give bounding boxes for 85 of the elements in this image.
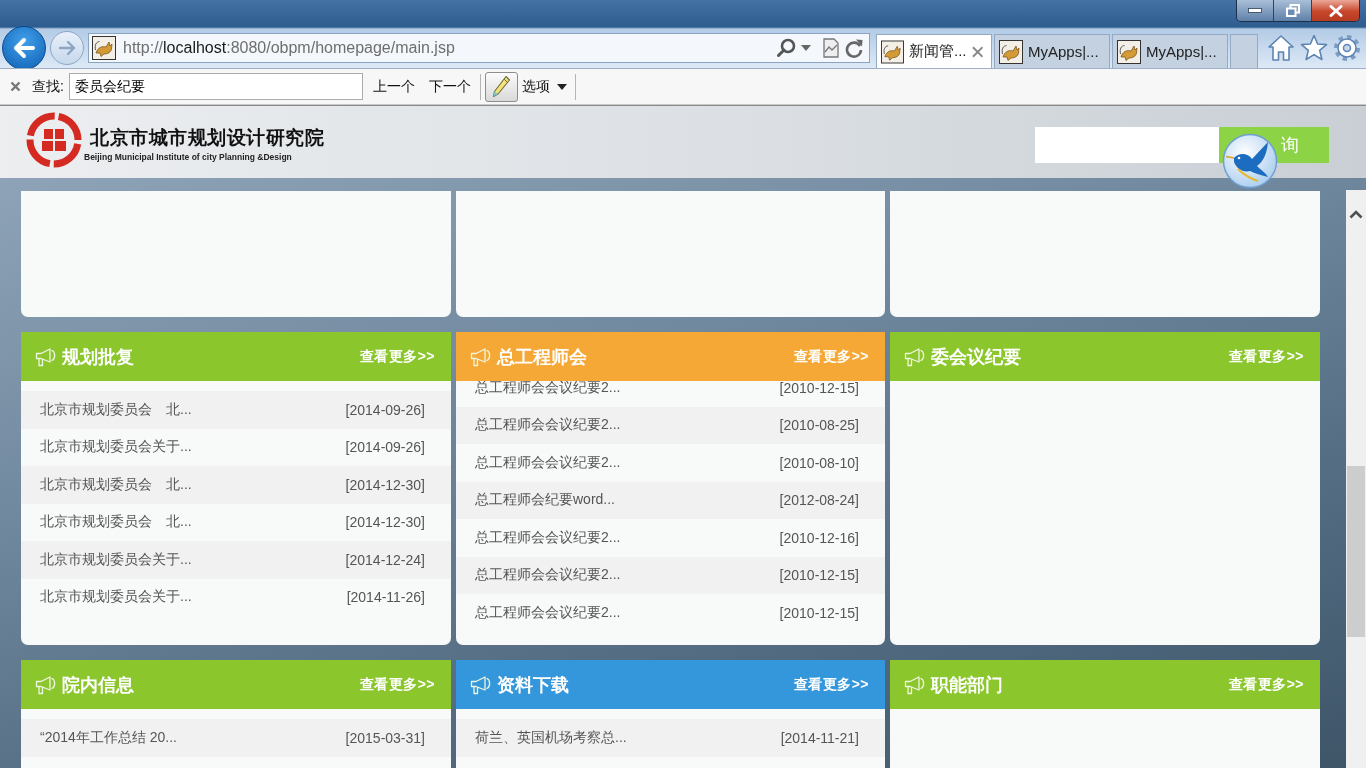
back-button[interactable] bbox=[2, 26, 46, 70]
close-icon bbox=[1328, 4, 1343, 17]
news-title-link[interactable]: 总工程师会会议纪要2... bbox=[475, 566, 621, 585]
cat-icon bbox=[881, 39, 904, 64]
date-text: [2010-12-15] bbox=[779, 604, 859, 621]
news-title-link[interactable]: 总工程师会纪要word... bbox=[475, 491, 615, 510]
find-label: 查找: bbox=[32, 77, 64, 96]
refresh-icon[interactable] bbox=[844, 38, 864, 58]
date-text: [2010-12-16] bbox=[779, 529, 859, 546]
date-text: [2015-03-31] bbox=[345, 729, 425, 746]
megaphone-icon bbox=[470, 674, 492, 695]
date-text: [2014-11-26] bbox=[346, 589, 425, 606]
close-window-button[interactable] bbox=[1311, 0, 1359, 21]
forward-button[interactable] bbox=[50, 31, 84, 65]
date-text: [2014-12-30] bbox=[345, 514, 425, 531]
browser-tab[interactable]: MyApps|... bbox=[994, 34, 1110, 68]
news-title-link[interactable]: 总工程师会会议纪要2... bbox=[475, 528, 621, 547]
close-icon bbox=[10, 81, 21, 92]
caret-icon[interactable] bbox=[801, 45, 811, 51]
browser-tab[interactable]: MyApps|... bbox=[1112, 34, 1228, 68]
date-text: [2012-08-24] bbox=[779, 492, 859, 509]
date-text: [2014-12-30] bbox=[345, 476, 425, 493]
find-input-field[interactable]: 委员会纪要 bbox=[68, 73, 363, 100]
cat-icon bbox=[999, 39, 1023, 64]
scrollbar-thumb[interactable] bbox=[1347, 466, 1365, 637]
megaphone-icon bbox=[470, 346, 492, 367]
cat-icon bbox=[92, 36, 116, 60]
home-icon[interactable] bbox=[1267, 34, 1295, 62]
scroll-up-icon[interactable] bbox=[1349, 210, 1363, 219]
news-title-link[interactable]: 总工程师会会议纪要2... bbox=[475, 453, 621, 472]
news-title-link[interactable]: 北京市规划委员会 北... bbox=[40, 475, 192, 494]
panel-title: 资料下载 bbox=[497, 673, 569, 697]
panel-title: 职能部门 bbox=[931, 673, 1003, 697]
news-title-link[interactable]: 荷兰、英国机场考察总... bbox=[475, 728, 627, 747]
megaphone-icon bbox=[904, 674, 926, 695]
date-text: [2014-12-24] bbox=[345, 551, 425, 568]
search-icon[interactable] bbox=[776, 38, 796, 58]
panel-title: 规划批复 bbox=[62, 345, 134, 369]
megaphone-icon bbox=[35, 674, 57, 695]
star-icon[interactable] bbox=[1300, 34, 1328, 62]
highlight-toggle-button[interactable] bbox=[484, 71, 518, 102]
restore-icon bbox=[1285, 4, 1300, 17]
date-text: [2010-12-15] bbox=[779, 381, 859, 396]
address-bar[interactable]: http://localhost:8080/obpm/homepage/main.jsp bbox=[88, 33, 870, 63]
news-title-link[interactable]: 北京市规划委员会关于... bbox=[40, 550, 192, 569]
news-title-link[interactable]: 北京市规划委员会 北... bbox=[40, 400, 192, 419]
news-title-link[interactable]: 北京市规划委员会关于... bbox=[40, 588, 192, 607]
scrollbar[interactable] bbox=[1346, 190, 1366, 768]
options-button[interactable]: 选项 bbox=[521, 77, 567, 96]
settings-icon[interactable] bbox=[1333, 34, 1361, 62]
news-title-link[interactable]: “2014年工作总结 20... bbox=[40, 728, 177, 747]
next-button[interactable]: 下一个 bbox=[428, 77, 471, 96]
date-text: [2014-09-26] bbox=[345, 401, 425, 418]
news-title-link[interactable]: 总工程师会会议纪要2... bbox=[475, 603, 621, 622]
institute-english-name: Beijing Municipal Institute of city Planning &Design bbox=[84, 151, 293, 163]
cat-icon bbox=[1117, 39, 1141, 64]
date-text: [2014-09-26] bbox=[345, 439, 425, 456]
date-text: [2014-11-21] bbox=[780, 729, 859, 746]
panel-title: 总工程师会 bbox=[497, 345, 587, 369]
search-field[interactable] bbox=[1035, 127, 1219, 163]
restore-button[interactable] bbox=[1273, 0, 1311, 21]
back-arrow-icon bbox=[12, 37, 36, 59]
megaphone-icon bbox=[35, 346, 57, 367]
news-title-link[interactable]: 北京市规划委员会 北... bbox=[40, 513, 192, 532]
previous-button[interactable]: 上一个 bbox=[372, 77, 415, 96]
compatibility-view-icon[interactable] bbox=[823, 38, 839, 58]
url-text[interactable]: http://localhost:8080/obpm/homepage/main.jsp bbox=[123, 39, 455, 57]
browser-tab[interactable]: 新闻管... bbox=[876, 34, 992, 68]
caret-icon bbox=[556, 83, 567, 90]
date-text: [2010-12-15] bbox=[779, 567, 859, 584]
logo-emblem-icon bbox=[26, 112, 82, 168]
panel-title: 院内信息 bbox=[62, 673, 134, 697]
news-title-link[interactable]: 北京市规划委员会关于... bbox=[40, 438, 192, 457]
news-title-link[interactable]: 总工程师会会议纪要2... bbox=[475, 416, 621, 435]
institute-name: 北京市城市规划设计研究院 bbox=[90, 126, 324, 149]
minimize-icon bbox=[1248, 8, 1262, 13]
forward-arrow-icon bbox=[58, 40, 76, 56]
date-text: [2010-08-25] bbox=[779, 417, 859, 434]
pencil-icon bbox=[491, 74, 512, 99]
close-tab-icon[interactable] bbox=[971, 45, 983, 58]
date-text: [2010-08-10] bbox=[779, 454, 859, 471]
panel-title: 委会议纪要 bbox=[931, 345, 1021, 369]
close-find-button[interactable] bbox=[10, 81, 21, 92]
minimize-button[interactable] bbox=[1237, 0, 1273, 21]
megaphone-icon bbox=[904, 346, 926, 367]
